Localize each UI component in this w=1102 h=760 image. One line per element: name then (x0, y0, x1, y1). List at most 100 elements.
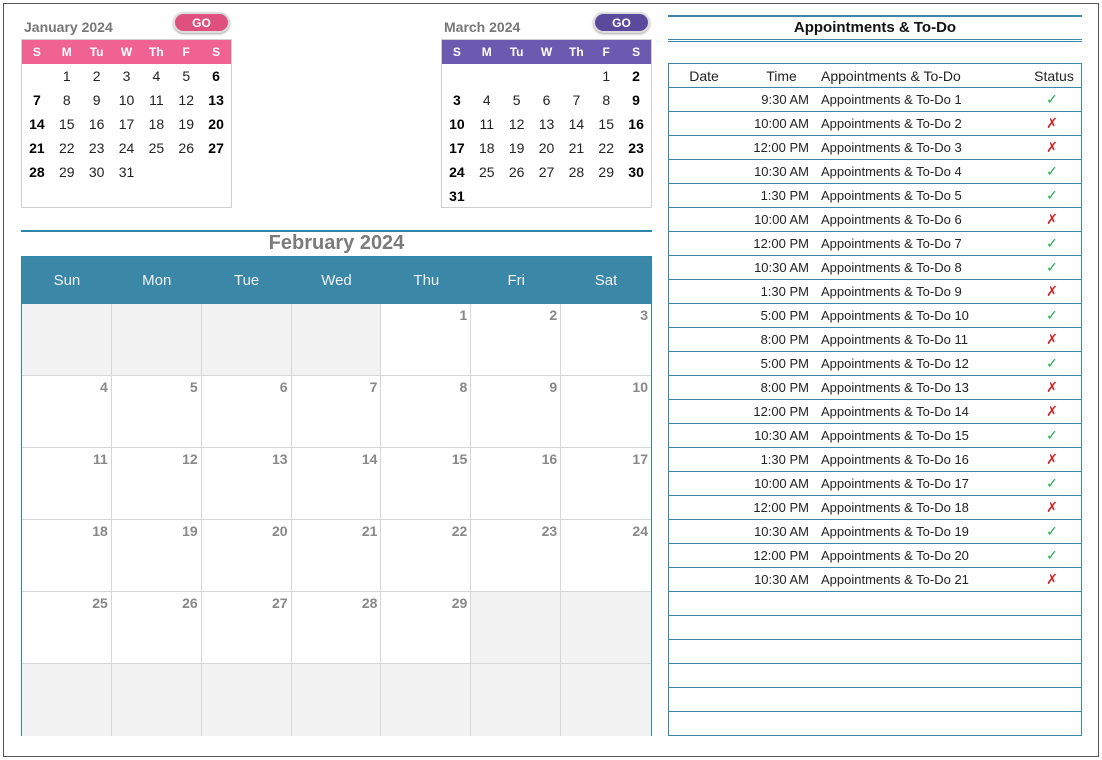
day-cell[interactable]: 4 (141, 64, 171, 88)
day-cell[interactable]: 7 (22, 88, 52, 112)
day-cell[interactable]: 15 (381, 448, 472, 520)
day-cell[interactable]: 16 (621, 112, 651, 136)
day-cell[interactable]: 18 (472, 136, 502, 160)
day-cell[interactable]: 5 (111, 376, 202, 448)
day-cell[interactable]: 25 (22, 592, 112, 664)
empty-day-cell[interactable] (471, 592, 562, 664)
go-button-march[interactable]: GO (593, 12, 650, 33)
day-cell[interactable]: 2 (82, 64, 112, 88)
day-cell[interactable]: 17 (561, 448, 651, 520)
day-cell[interactable]: 19 (502, 136, 532, 160)
day-cell[interactable]: 10 (561, 376, 651, 448)
day-cell[interactable]: 5 (502, 88, 532, 112)
day-cell[interactable]: 3 (561, 304, 651, 376)
empty-table-row[interactable] (669, 664, 1081, 688)
day-cell[interactable]: 26 (111, 592, 202, 664)
empty-day-cell[interactable] (22, 304, 112, 376)
table-row[interactable]: 10:00 AM Appointments & To-Do 2 ✗ (669, 112, 1081, 136)
empty-day-cell[interactable] (201, 304, 292, 376)
day-cell[interactable]: 24 (442, 160, 472, 184)
table-row[interactable]: 10:00 AM Appointments & To-Do 17 ✓ (669, 472, 1081, 496)
empty-day-cell[interactable] (111, 304, 202, 376)
day-cell[interactable]: 20 (201, 112, 231, 136)
table-row[interactable]: 10:30 AM Appointments & To-Do 19 ✓ (669, 520, 1081, 544)
day-cell[interactable]: 14 (22, 112, 52, 136)
day-cell[interactable]: 1 (52, 64, 82, 88)
table-row[interactable]: 10:30 AM Appointments & To-Do 4 ✓ (669, 160, 1081, 184)
day-cell[interactable]: 10 (112, 88, 142, 112)
table-row[interactable]: 10:00 AM Appointments & To-Do 6 ✗ (669, 208, 1081, 232)
day-cell[interactable]: 8 (591, 88, 621, 112)
day-cell[interactable]: 14 (561, 112, 591, 136)
empty-day-cell[interactable] (381, 664, 472, 736)
day-cell[interactable]: 6 (532, 88, 562, 112)
day-cell[interactable]: 17 (442, 136, 472, 160)
day-cell[interactable]: 6 (201, 64, 231, 88)
day-cell[interactable]: 4 (22, 376, 112, 448)
day-cell[interactable]: 9 (471, 376, 562, 448)
day-cell[interactable]: 17 (112, 112, 142, 136)
empty-day-cell[interactable] (561, 664, 651, 736)
day-cell[interactable]: 13 (201, 88, 231, 112)
day-cell[interactable]: 30 (82, 160, 112, 184)
day-cell[interactable]: 19 (111, 520, 202, 592)
empty-table-row[interactable] (669, 616, 1081, 640)
table-row[interactable]: 8:00 PM Appointments & To-Do 13 ✗ (669, 376, 1081, 400)
table-row[interactable]: 10:30 AM Appointments & To-Do 15 ✓ (669, 424, 1081, 448)
day-cell[interactable]: 14 (291, 448, 382, 520)
day-cell[interactable]: 7 (561, 88, 591, 112)
table-row[interactable]: 9:30 AM Appointments & To-Do 1 ✓ (669, 88, 1081, 112)
day-cell[interactable]: 18 (141, 112, 171, 136)
day-cell[interactable]: 23 (621, 136, 651, 160)
day-cell[interactable]: 23 (471, 520, 562, 592)
empty-table-row[interactable] (669, 640, 1081, 664)
day-cell[interactable]: 3 (442, 88, 472, 112)
day-cell[interactable]: 7 (291, 376, 382, 448)
day-cell[interactable]: 28 (22, 160, 52, 184)
empty-day-cell[interactable] (22, 664, 112, 736)
day-cell[interactable]: 26 (171, 136, 201, 160)
day-cell[interactable]: 24 (112, 136, 142, 160)
table-row[interactable]: 12:00 PM Appointments & To-Do 7 ✓ (669, 232, 1081, 256)
day-cell[interactable]: 12 (502, 112, 532, 136)
table-row[interactable]: 12:00 PM Appointments & To-Do 20 ✓ (669, 544, 1081, 568)
table-row[interactable]: 1:30 PM Appointments & To-Do 16 ✗ (669, 448, 1081, 472)
empty-day-cell[interactable] (111, 664, 202, 736)
day-cell[interactable]: 1 (591, 64, 621, 88)
day-cell[interactable]: 8 (381, 376, 472, 448)
day-cell[interactable]: 31 (442, 184, 472, 208)
day-cell[interactable]: 31 (112, 160, 142, 184)
day-cell[interactable]: 30 (621, 160, 651, 184)
empty-day-cell[interactable] (291, 304, 382, 376)
table-row[interactable]: 1:30 PM Appointments & To-Do 5 ✓ (669, 184, 1081, 208)
day-cell[interactable]: 10 (442, 112, 472, 136)
day-cell[interactable]: 28 (561, 160, 591, 184)
day-cell[interactable]: 22 (52, 136, 82, 160)
go-button-january[interactable]: GO (173, 12, 230, 33)
table-row[interactable]: 1:30 PM Appointments & To-Do 9 ✗ (669, 280, 1081, 304)
table-row[interactable]: 8:00 PM Appointments & To-Do 11 ✗ (669, 328, 1081, 352)
table-row[interactable]: 10:30 AM Appointments & To-Do 21 ✗ (669, 568, 1081, 592)
day-cell[interactable]: 12 (111, 448, 202, 520)
day-cell[interactable]: 16 (471, 448, 562, 520)
day-cell[interactable]: 29 (381, 592, 472, 664)
day-cell[interactable]: 2 (621, 64, 651, 88)
table-row[interactable]: 12:00 PM Appointments & To-Do 18 ✗ (669, 496, 1081, 520)
day-cell[interactable]: 26 (502, 160, 532, 184)
day-cell[interactable]: 23 (82, 136, 112, 160)
empty-table-row[interactable] (669, 592, 1081, 616)
day-cell[interactable]: 12 (171, 88, 201, 112)
day-cell[interactable]: 11 (141, 88, 171, 112)
day-cell[interactable]: 28 (291, 592, 382, 664)
day-cell[interactable]: 27 (201, 136, 231, 160)
day-cell[interactable]: 16 (82, 112, 112, 136)
table-row[interactable]: 12:00 PM Appointments & To-Do 3 ✗ (669, 136, 1081, 160)
table-row[interactable]: 5:00 PM Appointments & To-Do 10 ✓ (669, 304, 1081, 328)
day-cell[interactable]: 25 (141, 136, 171, 160)
day-cell[interactable]: 21 (561, 136, 591, 160)
day-cell[interactable]: 13 (532, 112, 562, 136)
day-cell[interactable]: 18 (22, 520, 112, 592)
day-cell[interactable]: 3 (112, 64, 142, 88)
day-cell[interactable]: 1 (381, 304, 472, 376)
empty-day-cell[interactable] (201, 664, 292, 736)
